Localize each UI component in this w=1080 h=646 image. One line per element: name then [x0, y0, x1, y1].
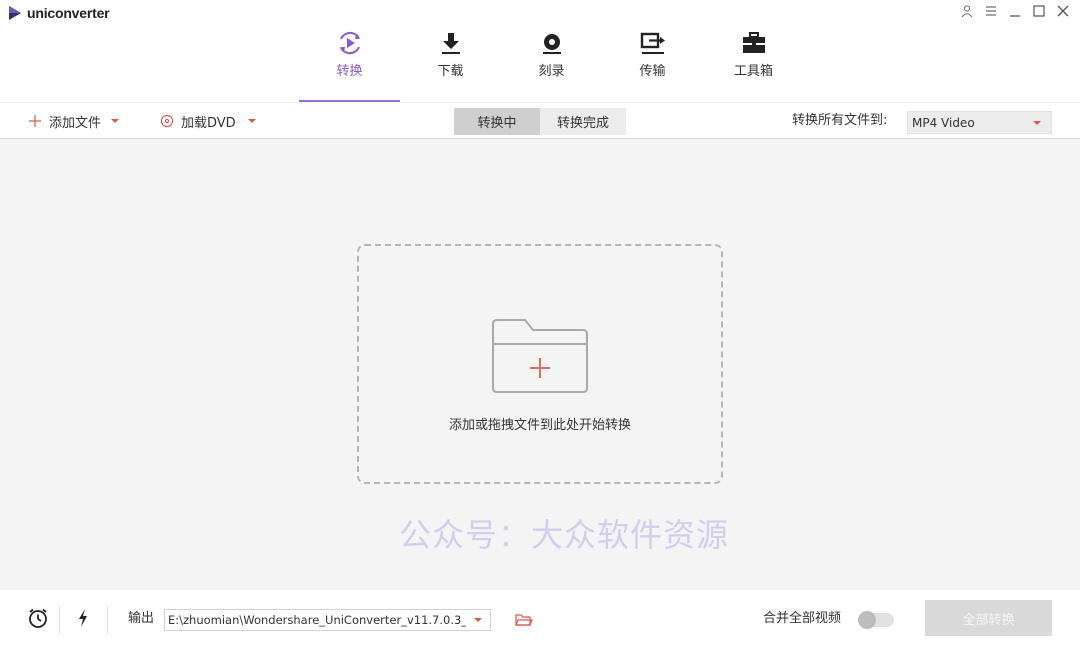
output-label: 输出	[128, 611, 155, 626]
nav-tab-label: 下载	[437, 64, 464, 79]
dvd-icon	[160, 114, 174, 128]
title-bar: uniconverter 转换 下载 刻录 传输 工具箱	[0, 0, 1080, 102]
open-folder-icon[interactable]	[514, 609, 534, 631]
tab-converted[interactable]: 转换完成	[540, 108, 626, 135]
plus-icon	[29, 115, 41, 127]
target-format-select[interactable]: MP4 Video	[907, 111, 1052, 134]
minimize-icon[interactable]	[1006, 2, 1024, 20]
divider	[59, 606, 60, 634]
footer-bar: 输出 E:\zhuomian\Wondershare_UniConverter_…	[0, 590, 1080, 646]
chevron-down-icon	[1033, 121, 1041, 125]
window-controls	[958, 2, 1072, 20]
convert-all-button[interactable]: 全部转换	[925, 600, 1052, 636]
add-file-button[interactable]: 添加文件	[28, 103, 120, 139]
alarm-clock-icon[interactable]	[26, 590, 50, 646]
nav-tab-label: 转换	[336, 64, 363, 79]
chevron-down-icon[interactable]	[247, 119, 256, 123]
burn-icon	[537, 28, 567, 58]
tab-converting[interactable]: 转换中	[454, 108, 540, 135]
account-icon[interactable]	[958, 2, 976, 20]
conversion-status-tabs: 转换中 转换完成	[454, 108, 626, 135]
toolbar: 添加文件 加载DVD 转换中 转换完成 转换所有文件到: MP4 Video	[0, 102, 1080, 139]
chevron-down-icon[interactable]	[111, 119, 120, 123]
merge-all-videos-label: 合并全部视频	[763, 611, 842, 626]
convert-icon	[335, 28, 365, 58]
convert-all-to-label: 转换所有文件到:	[792, 113, 888, 128]
app-logo: uniconverter	[8, 5, 110, 21]
watermark-text: 公众号：大众软件资源	[399, 516, 730, 554]
target-format-value: MP4 Video	[912, 115, 975, 130]
output-path-value: E:\zhuomian\Wondershare_UniConverter_v11…	[168, 613, 466, 627]
maximize-icon[interactable]	[1030, 2, 1048, 20]
toggle-knob	[858, 611, 876, 629]
menu-icon[interactable]	[982, 2, 1000, 20]
drop-hint: 添加或拖拽文件到此处开始转换	[448, 418, 631, 433]
nav-tab-label: 工具箱	[733, 64, 773, 79]
add-folder-icon	[492, 319, 588, 393]
load-dvd-button[interactable]: 加载DVD	[160, 103, 256, 139]
add-file-label: 添加文件	[49, 115, 102, 131]
chevron-down-icon	[474, 618, 482, 622]
main-nav: 转换 下载 刻录 传输 工具箱	[299, 0, 804, 102]
divider	[107, 606, 108, 634]
nav-tab-convert[interactable]: 转换	[299, 0, 400, 102]
output-path-select[interactable]: E:\zhuomian\Wondershare_UniConverter_v11…	[164, 609, 491, 631]
transfer-icon	[638, 28, 668, 58]
play-logo-icon	[9, 6, 21, 20]
nav-tab-burn[interactable]: 刻录	[501, 0, 602, 102]
merge-toggle[interactable]	[858, 611, 894, 629]
close-icon[interactable]	[1054, 2, 1072, 20]
nav-tab-label: 传输	[639, 64, 666, 79]
lightning-icon[interactable]	[71, 590, 95, 646]
nav-tab-toolbox[interactable]: 工具箱	[703, 0, 804, 102]
nav-tab-label: 刻录	[538, 64, 565, 79]
nav-tab-download[interactable]: 下载	[400, 0, 501, 102]
toolbox-icon	[739, 28, 769, 58]
file-drop-zone[interactable]: 添加或拖拽文件到此处开始转换	[357, 244, 723, 484]
nav-tab-transfer[interactable]: 传输	[602, 0, 703, 102]
download-icon	[436, 28, 466, 58]
load-dvd-label: 加载DVD	[181, 115, 236, 131]
app-name: uniconverter	[27, 5, 110, 21]
